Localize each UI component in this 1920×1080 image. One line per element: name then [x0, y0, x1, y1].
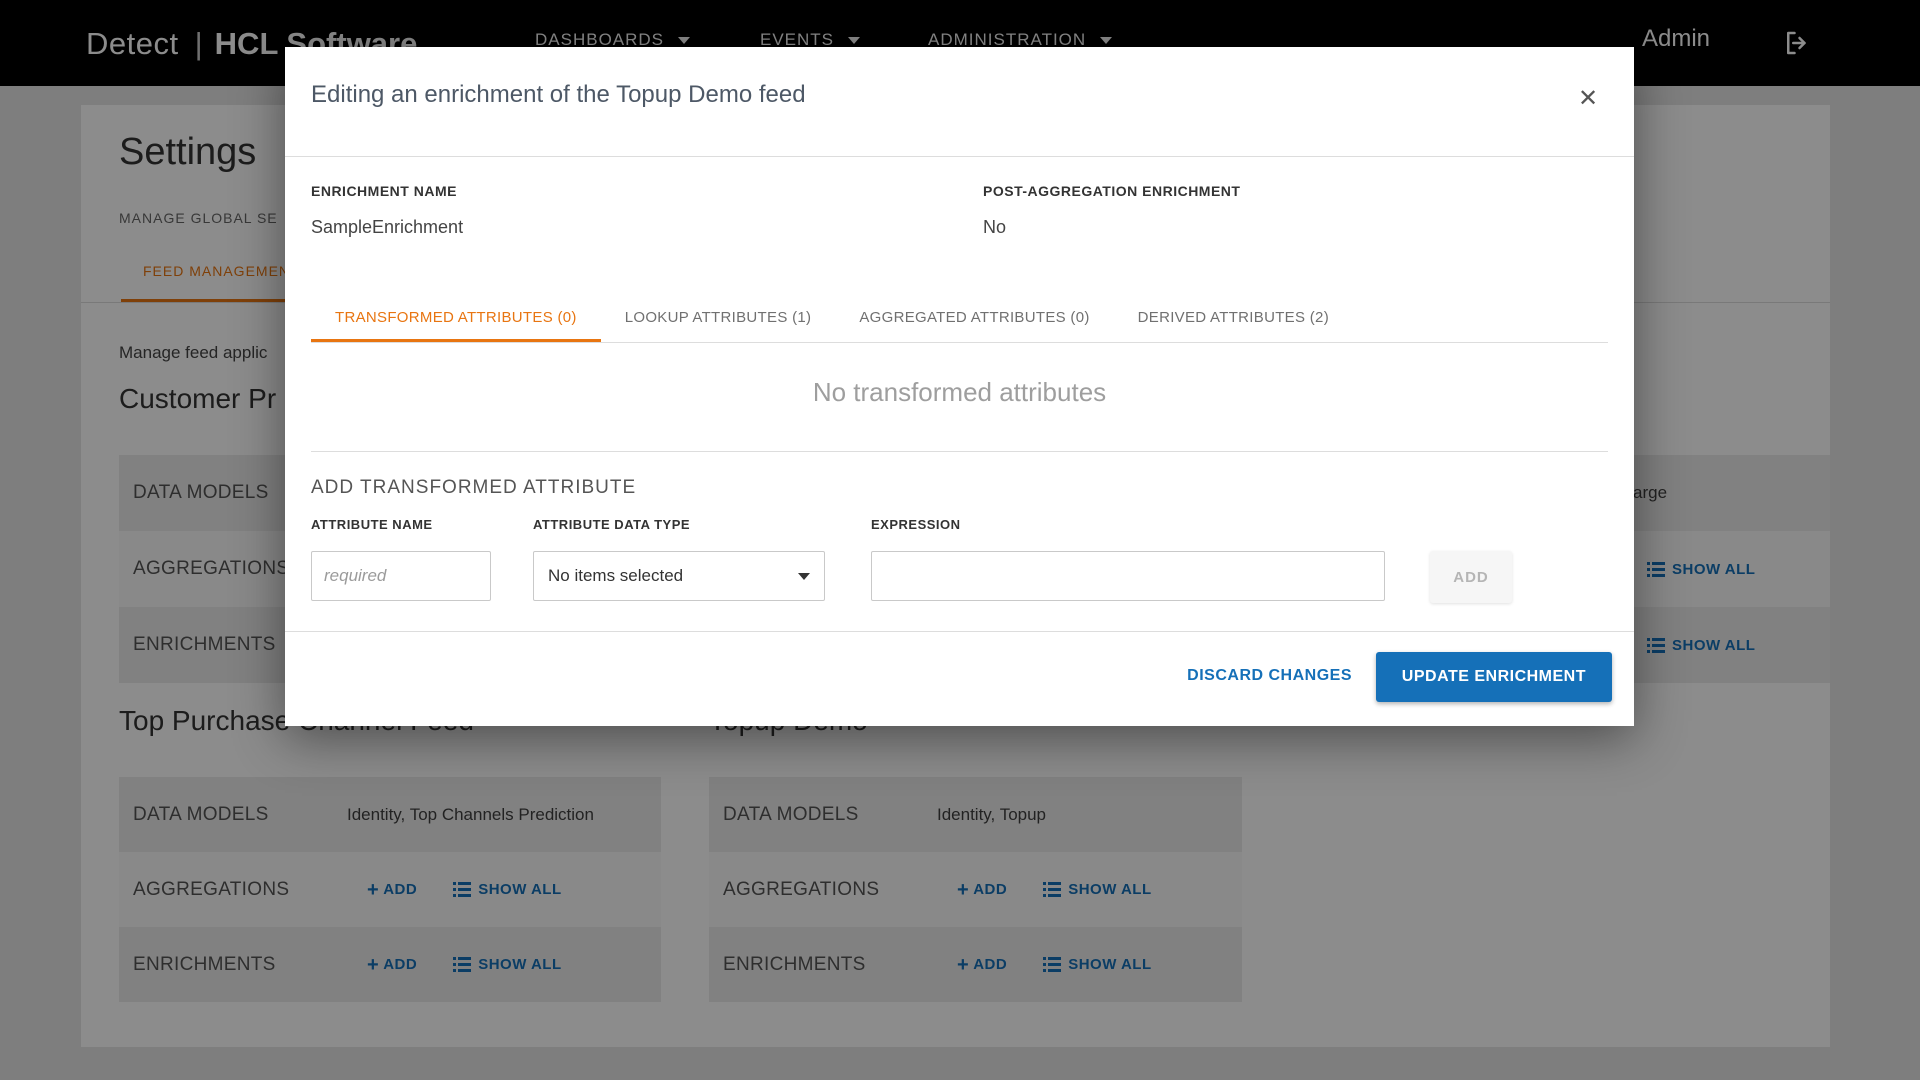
tab-derived-attributes[interactable]: DERIVED ATTRIBUTES (2): [1114, 309, 1353, 342]
modal-title: Editing an enrichment of the Topup Demo …: [311, 81, 806, 109]
update-enrichment-button[interactable]: UPDATE ENRICHMENT: [1376, 652, 1612, 702]
tab-lookup-attributes[interactable]: LOOKUP ATTRIBUTES (1): [601, 309, 836, 342]
chevron-down-icon: [798, 573, 810, 580]
close-icon[interactable]: ✕: [1572, 83, 1604, 115]
expression-label: EXPRESSION: [871, 517, 961, 532]
section-divider: [311, 451, 1608, 452]
footer-divider: [285, 631, 1634, 632]
post-aggregation-label: POST-AGGREGATION ENRICHMENT: [983, 183, 1240, 199]
add-section-title: ADD TRANSFORMED ATTRIBUTE: [311, 477, 636, 499]
attribute-data-type-select[interactable]: No items selected: [533, 551, 825, 601]
expression-input[interactable]: [871, 551, 1385, 601]
modal-header: Editing an enrichment of the Topup Demo …: [285, 47, 1634, 157]
empty-state-message: No transformed attributes: [285, 377, 1634, 408]
enrichment-name-value: SampleEnrichment: [311, 217, 463, 238]
modal-tabs: TRANSFORMED ATTRIBUTES (0) LOOKUP ATTRIB…: [311, 309, 1608, 343]
tab-transformed-attributes[interactable]: TRANSFORMED ATTRIBUTES (0): [311, 309, 601, 342]
attribute-name-input[interactable]: [311, 551, 491, 601]
add-attribute-button[interactable]: ADD: [1430, 551, 1512, 603]
tab-aggregated-attributes[interactable]: AGGREGATED ATTRIBUTES (0): [835, 309, 1113, 342]
select-value: No items selected: [548, 566, 683, 586]
discard-changes-button[interactable]: DISCARD CHANGES: [1187, 667, 1352, 685]
post-aggregation-value: No: [983, 217, 1006, 238]
attribute-name-label: ATTRIBUTE NAME: [311, 517, 433, 532]
edit-enrichment-modal: Editing an enrichment of the Topup Demo …: [285, 47, 1634, 726]
enrichment-name-label: ENRICHMENT NAME: [311, 183, 457, 199]
attribute-data-type-label: ATTRIBUTE DATA TYPE: [533, 517, 690, 532]
